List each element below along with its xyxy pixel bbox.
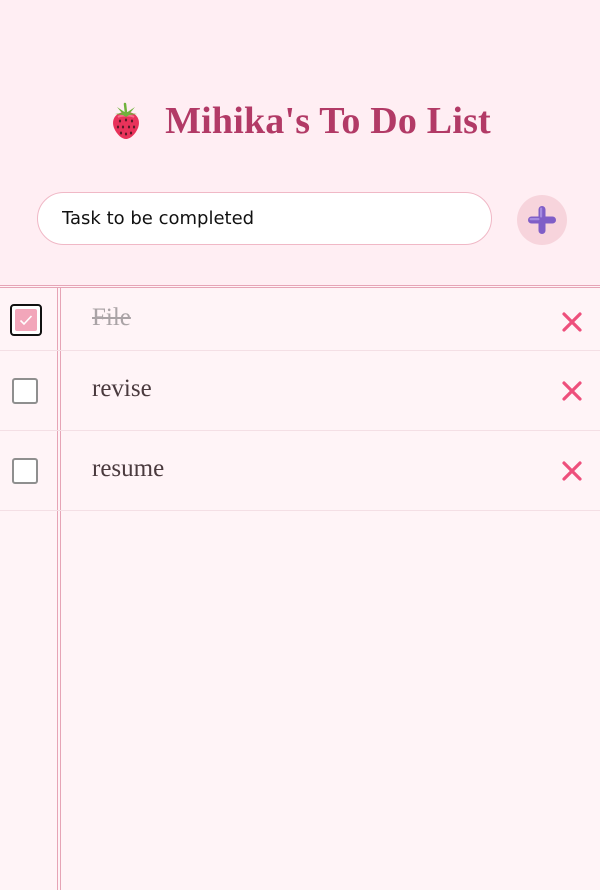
title-row: Mihika's To Do List <box>0 95 600 147</box>
task-text: File <box>92 304 131 331</box>
checkmark-icon <box>19 315 33 326</box>
checkbox-checked-fill <box>15 309 37 331</box>
task-checkbox[interactable] <box>12 378 38 404</box>
task-list: File revise resume <box>0 288 600 511</box>
close-icon <box>562 461 582 481</box>
task-item: revise <box>0 351 600 431</box>
task-checkbox[interactable] <box>10 304 42 336</box>
close-icon <box>562 381 582 401</box>
task-item: resume <box>0 431 600 511</box>
page-title: Mihika's To Do List <box>165 100 491 142</box>
header: Mihika's To Do List <box>0 0 600 285</box>
task-list-panel: File revise resume <box>0 285 600 890</box>
delete-task-button[interactable] <box>560 310 584 334</box>
task-item: File <box>0 288 600 351</box>
close-icon <box>562 312 582 332</box>
plus-icon <box>528 206 556 234</box>
add-task-button[interactable] <box>517 195 567 245</box>
delete-task-button[interactable] <box>560 379 584 403</box>
task-text: resume <box>92 455 165 482</box>
delete-task-button[interactable] <box>560 459 584 483</box>
task-text: revise <box>92 375 152 402</box>
strawberry-icon <box>113 102 140 139</box>
task-checkbox[interactable] <box>12 458 38 484</box>
task-input[interactable] <box>37 192 492 245</box>
